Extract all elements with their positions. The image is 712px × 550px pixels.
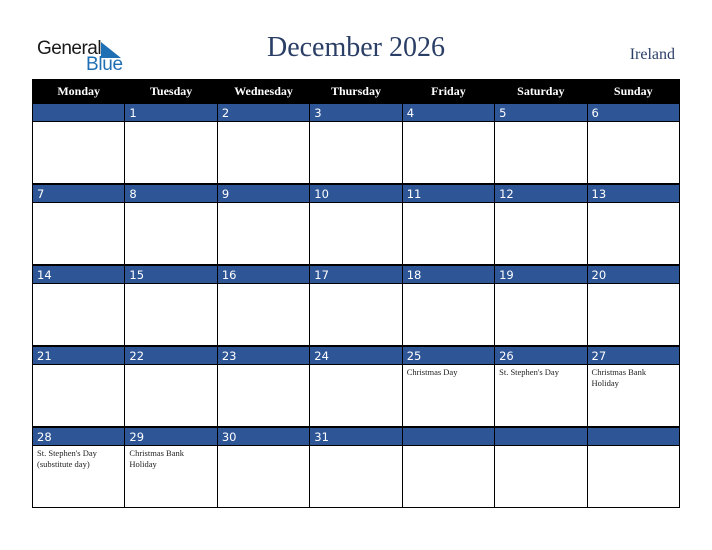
day-cell[interactable]: [216, 445, 311, 508]
day-cell[interactable]: [586, 202, 681, 266]
day-number[interactable]: 19: [494, 264, 588, 284]
day-number[interactable]: 26: [494, 345, 588, 365]
week-date-bar: 28 29 30 31: [31, 426, 681, 446]
day-cell[interactable]: [124, 202, 218, 266]
day-number[interactable]: 27: [586, 345, 681, 365]
day-cell[interactable]: [216, 202, 311, 266]
day-number[interactable]: 6: [586, 102, 681, 122]
weekday-header-row: Monday Tuesday Wednesday Thursday Friday…: [31, 79, 681, 104]
day-cell[interactable]: [309, 202, 403, 266]
day-cell[interactable]: [31, 121, 126, 185]
day-cell[interactable]: [494, 283, 588, 347]
day-number[interactable]: 8: [124, 183, 218, 203]
day-cell[interactable]: [31, 202, 126, 266]
day-cell[interactable]: Christmas Bank Holiday: [124, 445, 218, 508]
day-number[interactable]: [401, 426, 496, 446]
day-number[interactable]: 17: [309, 264, 403, 284]
day-cell[interactable]: [586, 121, 681, 185]
holiday-label: Christmas Bank Holiday: [129, 448, 184, 469]
day-number[interactable]: [494, 426, 588, 446]
day-number[interactable]: 16: [216, 264, 311, 284]
day-number[interactable]: 22: [124, 345, 218, 365]
weekday-header: Monday: [31, 79, 126, 104]
weekday-header: Thursday: [309, 79, 403, 104]
day-number[interactable]: 29: [124, 426, 218, 446]
day-cell[interactable]: [586, 283, 681, 347]
day-cell[interactable]: [309, 445, 403, 508]
holiday-label: Christmas Bank Holiday: [591, 367, 647, 388]
week-date-bar: 14 15 16 17 18 19 20: [31, 264, 681, 284]
day-cell[interactable]: [586, 445, 681, 508]
day-cell[interactable]: [216, 121, 311, 185]
day-number[interactable]: 7: [31, 183, 126, 203]
day-cell[interactable]: [124, 283, 218, 347]
day-number[interactable]: 30: [216, 426, 311, 446]
day-number[interactable]: 11: [401, 183, 496, 203]
day-number[interactable]: 31: [309, 426, 403, 446]
day-number[interactable]: 2: [216, 102, 311, 122]
day-number[interactable]: 18: [401, 264, 496, 284]
weekday-header: Wednesday: [216, 79, 311, 104]
day-number[interactable]: 20: [586, 264, 681, 284]
day-cell[interactable]: [401, 283, 496, 347]
holiday-label: Christmas Day: [406, 367, 458, 377]
holiday-label: St. Stephen's Day (substitute day): [37, 448, 97, 469]
day-cell[interactable]: [494, 121, 588, 185]
day-cell[interactable]: [216, 364, 311, 428]
week-events-row: [31, 121, 681, 185]
calendar-title: December 2026: [266, 32, 446, 63]
day-number[interactable]: 21: [31, 345, 126, 365]
day-cell[interactable]: St. Stephen's Day (substitute day): [31, 445, 126, 508]
day-number[interactable]: [31, 102, 126, 122]
day-cell[interactable]: [401, 202, 496, 266]
day-cell[interactable]: [124, 364, 218, 428]
day-cell[interactable]: [124, 121, 218, 185]
day-number[interactable]: 14: [31, 264, 126, 284]
day-number[interactable]: 9: [216, 183, 311, 203]
week-events-row: [31, 283, 681, 347]
day-number[interactable]: 28: [31, 426, 126, 446]
day-cell[interactable]: St. Stephen's Day: [494, 364, 588, 428]
day-cell[interactable]: [401, 121, 496, 185]
day-number[interactable]: 10: [309, 183, 403, 203]
week-date-bar: 21 22 23 24 25 26 27: [31, 345, 681, 365]
day-cell[interactable]: [31, 283, 126, 347]
week-date-bar: 7 8 9 10 11 12 13: [31, 183, 681, 203]
week-date-bar: 123456: [31, 102, 681, 122]
day-cell[interactable]: Christmas Bank Holiday: [586, 364, 681, 428]
day-number[interactable]: 13: [586, 183, 681, 203]
day-number[interactable]: 25: [401, 345, 496, 365]
holiday-label: St. Stephen's Day: [499, 367, 559, 377]
day-number[interactable]: 12: [494, 183, 588, 203]
country-label: Ireland: [629, 46, 675, 63]
day-cell[interactable]: [31, 364, 126, 428]
day-number[interactable]: 1: [124, 102, 218, 122]
week-events-row: Christmas Day St. Stephen's Day Christmas …: [31, 364, 681, 428]
day-cell[interactable]: Christmas Day: [401, 364, 496, 428]
day-number[interactable]: 15: [124, 264, 218, 284]
weekday-header: Friday: [401, 79, 496, 104]
weekday-header: Tuesday: [124, 79, 218, 104]
day-cell[interactable]: [309, 364, 403, 428]
week-events-row: [31, 202, 681, 266]
day-number[interactable]: 5: [494, 102, 588, 122]
day-cell[interactable]: [494, 202, 588, 266]
day-number[interactable]: 23: [216, 345, 311, 365]
day-cell[interactable]: [216, 283, 311, 347]
day-cell[interactable]: [309, 283, 403, 347]
weekday-header: Saturday: [494, 79, 588, 104]
weekday-header: Sunday: [586, 79, 681, 104]
calendar-grid: Monday Tuesday Wednesday Thursday Friday…: [31, 79, 681, 508]
day-number[interactable]: [586, 426, 681, 446]
week-events-row: St. Stephen's Day (substitute day) Christ…: [31, 445, 681, 508]
day-cell[interactable]: [309, 121, 403, 185]
day-number[interactable]: 24: [309, 345, 403, 365]
day-number[interactable]: 3: [309, 102, 403, 122]
day-cell[interactable]: [494, 445, 588, 508]
day-cell[interactable]: [401, 445, 496, 508]
day-number[interactable]: 4: [401, 102, 496, 122]
